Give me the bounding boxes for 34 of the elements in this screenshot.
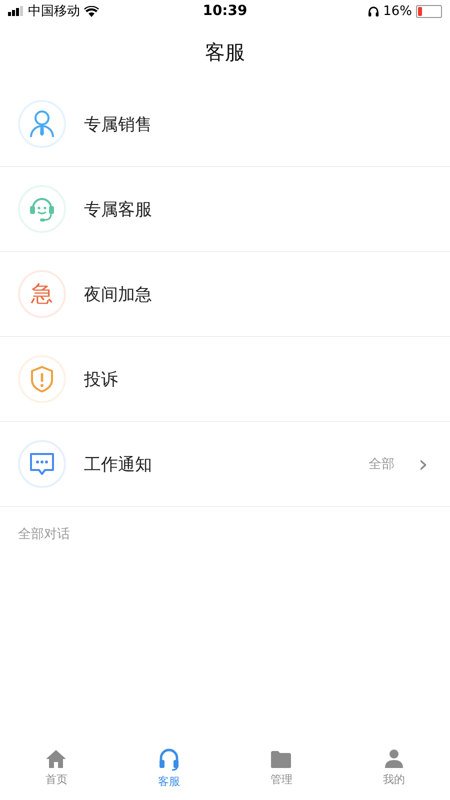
menu-item[interactable]: 专属销售 — [0, 82, 450, 167]
chevron-icon: › — [418, 452, 428, 476]
tab-label: 管理 — [270, 772, 292, 786]
tab-item[interactable]: 管理 — [225, 740, 338, 796]
user-icon — [382, 749, 405, 769]
page-title: 客服 — [205, 38, 245, 66]
tab-label: 我的 — [382, 772, 405, 787]
item-label: 专属客服 — [84, 198, 153, 220]
chat-icon — [28, 451, 56, 477]
menu-item[interactable]: 专属客服 — [0, 167, 450, 252]
item-label: 工作通知 — [84, 454, 153, 476]
headphones-icon — [368, 6, 380, 16]
tab-label: 首页 — [45, 772, 68, 787]
person-icon — [29, 110, 55, 138]
urgent-glyph: 急 — [31, 281, 53, 309]
status-time: 10:39 — [202, 3, 248, 19]
section-title: 全部对话 — [17, 526, 71, 543]
carrier-name: 中国移动 — [28, 3, 80, 20]
menu-item[interactable]: 投诉 — [0, 337, 450, 422]
signal-icon — [8, 6, 24, 16]
headset-icon — [158, 747, 180, 771]
headset-icon — [28, 195, 56, 223]
tab-label: 客服 — [158, 774, 180, 789]
item-label: 投诉 — [84, 368, 119, 390]
menu-item[interactable]: 工作通知 全部 › — [0, 422, 450, 507]
item-label: 夜间加急 — [84, 284, 153, 306]
battery-percent: 16% — [383, 4, 412, 18]
item-label: 专属销售 — [84, 114, 153, 136]
folder-icon — [270, 750, 292, 768]
wifi-icon — [84, 6, 99, 16]
menu-item[interactable]: 急 夜间加急 — [0, 252, 450, 337]
home-icon — [45, 749, 68, 769]
battery-icon — [416, 4, 442, 18]
shield-icon — [30, 365, 54, 393]
